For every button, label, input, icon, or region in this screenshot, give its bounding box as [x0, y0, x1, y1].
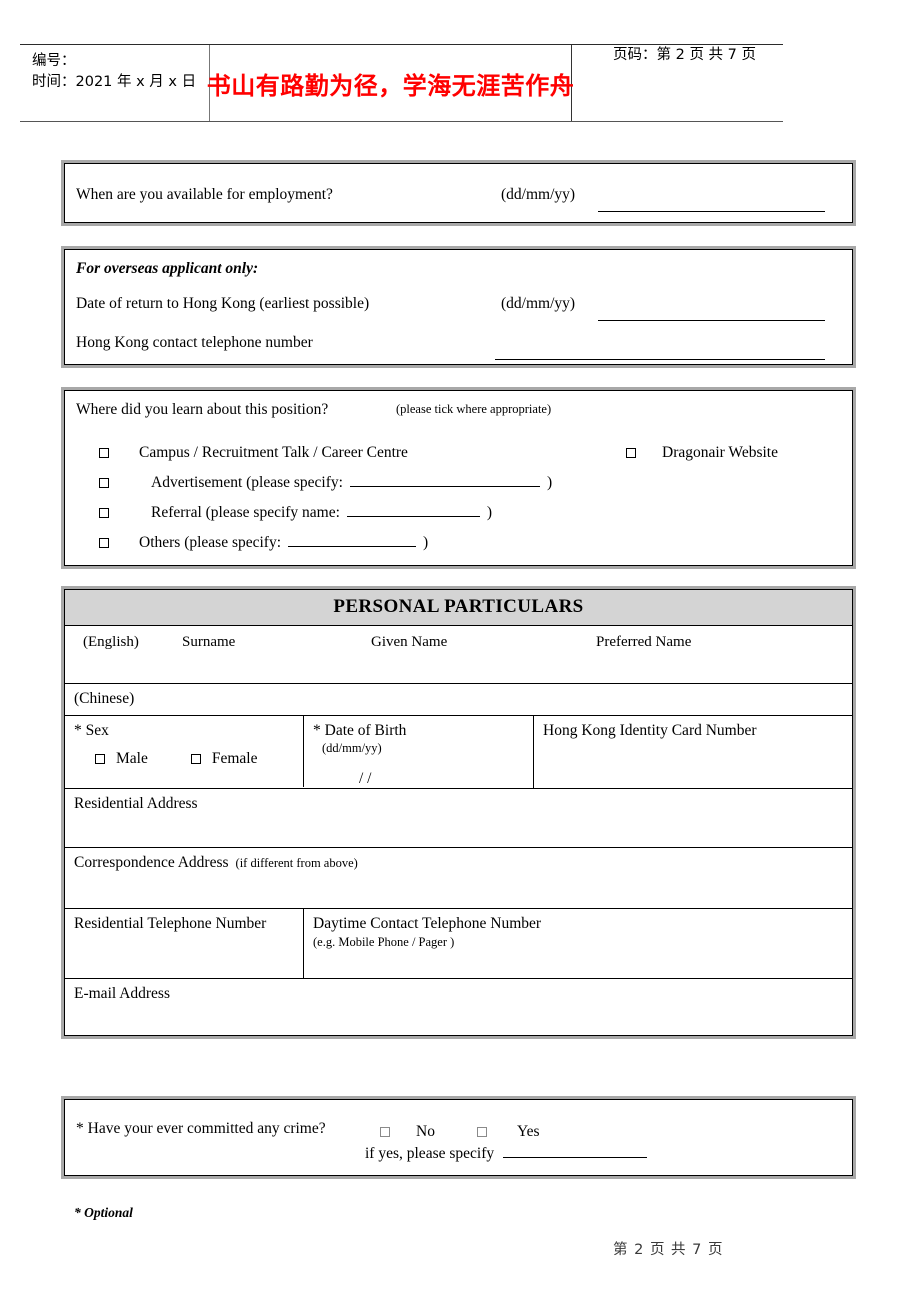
- availability-box: When are you available for employment? (…: [64, 163, 853, 223]
- criminal-record-specify-input[interactable]: [503, 1157, 648, 1158]
- daytime-phone-cell[interactable]: Daytime Contact Telephone Number (e.g. M…: [304, 909, 852, 978]
- dob-format-hint: (dd/mm/yy): [322, 741, 382, 756]
- source-option-advertisement[interactable]: Advertisement (please specify: ): [99, 473, 552, 492]
- sex-option-male[interactable]: Male: [95, 750, 152, 767]
- dob-label: * Date of Birth: [313, 722, 407, 739]
- overseas-return-date-label: Date of return to Hong Kong (earliest po…: [76, 295, 370, 312]
- header-time-label: 时间：2021 年 x 月 x 日: [32, 74, 197, 90]
- source-others-input[interactable]: [288, 546, 417, 547]
- source-option-label: Advertisement (please specify:: [151, 474, 343, 491]
- table-row: Surname Given Name Preferred Name (Engli…: [65, 626, 852, 684]
- table-row: (Chinese): [65, 684, 852, 716]
- source-option-website[interactable]: Dragonair Website: [626, 443, 778, 462]
- source-advertisement-input[interactable]: [349, 486, 540, 487]
- header-number-label: 编号：: [32, 53, 76, 69]
- sex-option-label: Female: [211, 750, 258, 767]
- column-header-given-name: Given Name: [371, 634, 448, 650]
- residential-address-cell[interactable]: Residential Address: [65, 789, 852, 847]
- sex-option-label: Male: [116, 750, 148, 767]
- header-motto: 书山有路勤为径，学海无涯苦作舟: [206, 70, 575, 100]
- header-pagination-cell: 页码：第 2 页 共 7 页: [572, 45, 783, 121]
- email-cell[interactable]: E-mail Address: [65, 979, 852, 1035]
- daytime-phone-label: Daytime Contact Telephone Number: [313, 915, 542, 933]
- criminal-record-specify-label: if yes, please specify: [365, 1145, 495, 1162]
- english-name-label: (English): [83, 634, 139, 650]
- overseas-phone-label: Hong Kong contact telephone number: [76, 334, 313, 351]
- criminal-record-question: * Have your ever committed any crime?: [76, 1120, 326, 1137]
- checkbox-icon[interactable]: [99, 538, 109, 549]
- source-option-label: Dragonair Website: [662, 444, 778, 461]
- checkbox-icon[interactable]: [99, 448, 109, 459]
- hkid-label: Hong Kong Identity Card Number: [543, 722, 757, 739]
- overseas-return-date-input[interactable]: [598, 308, 825, 326]
- residential-phone-label: Residential Telephone Number: [74, 915, 267, 933]
- correspondence-address-label: Correspondence Address: [74, 854, 229, 872]
- sex-option-female[interactable]: Female: [190, 750, 258, 767]
- source-option-label: Referral (please specify name:: [151, 504, 340, 521]
- source-option-label: Campus / Recruitment Talk / Career Centr…: [139, 444, 408, 461]
- source-option-suffix: ): [546, 474, 553, 491]
- checkbox-icon[interactable]: [477, 1127, 487, 1138]
- header-page-label: 页码：第 2 页 共 7 页: [613, 47, 756, 63]
- source-option-suffix: ): [423, 534, 429, 551]
- residential-phone-cell[interactable]: Residential Telephone Number: [65, 909, 304, 979]
- criminal-record-box: * Have your ever committed any crime? No…: [64, 1099, 853, 1176]
- table-row: Residential Address: [65, 789, 852, 849]
- correspondence-address-note: (if different from above): [235, 856, 358, 871]
- table-row: Residential Telephone Number Daytime Con…: [65, 909, 852, 980]
- criminal-record-option-yes[interactable]: Yes: [477, 1122, 540, 1141]
- availability-date-input[interactable]: [598, 199, 825, 217]
- source-option-others[interactable]: Others (please specify: ): [99, 533, 428, 552]
- daytime-phone-note: (e.g. Mobile Phone / Pager ): [313, 934, 455, 949]
- source-referral-input[interactable]: [346, 516, 480, 517]
- name-column-headers: Surname Given Name Preferred Name (Engli…: [74, 631, 852, 683]
- optional-footnote: * Optional: [74, 1205, 133, 1220]
- criminal-record-option-label: Yes: [517, 1123, 540, 1140]
- position-source-question: Where did you learn about this position?: [76, 401, 329, 418]
- email-label: E-mail Address: [74, 985, 170, 1003]
- table-row: * Sex Male Female * Date of Birth (dd/mm…: [65, 716, 852, 790]
- criminal-record-option-label: No: [416, 1123, 435, 1140]
- criminal-record-option-no[interactable]: No: [380, 1122, 435, 1141]
- checkbox-icon[interactable]: [99, 478, 109, 489]
- checkbox-icon[interactable]: [95, 754, 105, 765]
- source-option-suffix: ): [486, 504, 493, 521]
- overseas-applicant-box: For overseas applicant only: Date of ret…: [64, 249, 853, 365]
- checkbox-icon[interactable]: [190, 754, 201, 765]
- header-meta-cell: 编号： 时间：2021 年 x 月 x 日: [20, 45, 210, 121]
- sex-label: * Sex: [74, 722, 109, 739]
- column-header-preferred-name: Preferred Name: [596, 634, 692, 650]
- position-source-instruction: (please tick where appropriate): [396, 402, 552, 416]
- position-source-box: Where did you learn about this position?…: [64, 390, 853, 566]
- table-row: Correspondence Address (if different fro…: [65, 848, 852, 910]
- source-option-referral[interactable]: Referral (please specify name: ): [99, 503, 492, 522]
- source-option-label: Others (please specify:: [139, 534, 282, 551]
- availability-date-format: (dd/mm/yy): [501, 186, 576, 203]
- overseas-heading: For overseas applicant only:: [76, 260, 259, 277]
- checkbox-icon[interactable]: [99, 508, 109, 519]
- source-option-campus[interactable]: Campus / Recruitment Talk / Career Centr…: [99, 443, 408, 462]
- dob-input[interactable]: / /: [359, 769, 533, 788]
- checkbox-icon[interactable]: [380, 1127, 390, 1138]
- column-header-surname: Surname: [182, 634, 236, 650]
- availability-question: When are you available for employment?: [76, 186, 333, 203]
- overseas-return-date-format: (dd/mm/yy): [501, 295, 576, 312]
- table-row: E-mail Address: [65, 979, 852, 1035]
- personal-particulars-title: PERSONAL PARTICULARS: [65, 590, 852, 626]
- chinese-name-label: (Chinese): [74, 690, 135, 707]
- date-of-birth-cell: * Date of Birth (dd/mm/yy) / /: [304, 716, 534, 789]
- personal-particulars-table: PERSONAL PARTICULARS Surname Given Name …: [64, 589, 853, 1037]
- overseas-phone-input[interactable]: [495, 347, 825, 365]
- checkbox-icon[interactable]: [626, 448, 636, 459]
- footer-page-number: 第 2 页 共 7 页: [613, 1242, 724, 1258]
- hkid-cell[interactable]: Hong Kong Identity Card Number: [534, 716, 852, 788]
- header-motto-cell: 书山有路勤为径，学海无涯苦作舟: [206, 45, 575, 121]
- document-header: 编号： 时间：2021 年 x 月 x 日 书山有路勤为径，学海无涯苦作舟 页码…: [20, 44, 783, 122]
- correspondence-address-cell[interactable]: Correspondence Address (if different fro…: [65, 848, 852, 908]
- criminal-record-specify[interactable]: if yes, please specify: [365, 1144, 648, 1163]
- sex-cell: * Sex Male Female: [65, 716, 304, 787]
- residential-address-label: Residential Address: [74, 795, 198, 813]
